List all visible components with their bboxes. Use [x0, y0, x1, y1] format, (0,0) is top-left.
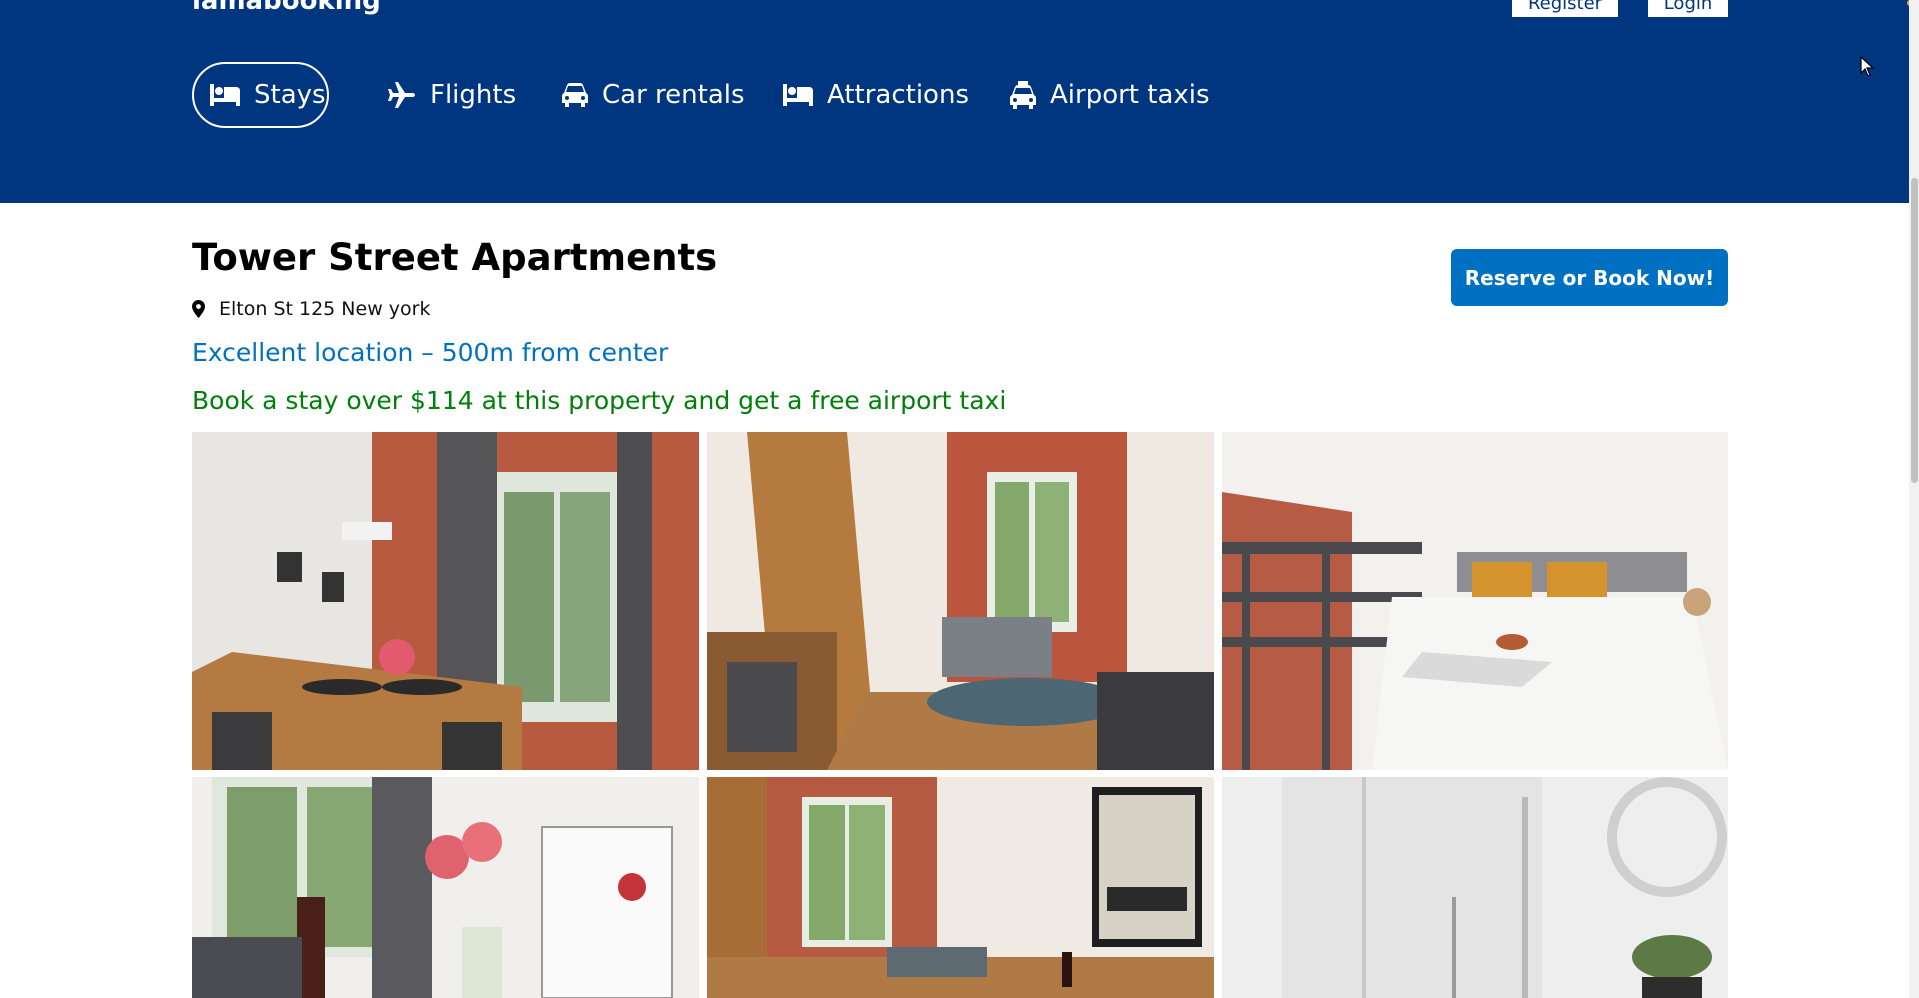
register-button[interactable]: Register: [1512, 0, 1618, 17]
reserve-button[interactable]: Reserve or Book Now!: [1451, 249, 1728, 306]
nav-item-airport-taxis[interactable]: Airport taxis: [1010, 62, 1210, 128]
location-note: Excellent location – 500m from center: [192, 338, 669, 367]
nav-label-flights: Flights: [430, 80, 517, 110]
hotel-photo-living-room[interactable]: [707, 432, 1214, 770]
header: lamabooking Register Login Stays Flights…: [0, 0, 1917, 203]
price-highlight: Book a stay over $114 at this property a…: [192, 386, 1007, 415]
hotel-photo-bathroom[interactable]: [1222, 777, 1728, 998]
scrollbar-track[interactable]: [1909, 0, 1919, 998]
hotel-photo-lounge[interactable]: [707, 777, 1214, 998]
bed-icon: [783, 84, 813, 106]
nav-label-airport-taxis: Airport taxis: [1050, 80, 1210, 110]
login-button[interactable]: Login: [1648, 0, 1728, 17]
scrollbar-thumb[interactable]: [1911, 178, 1918, 483]
logo[interactable]: lamabooking: [192, 0, 381, 16]
hotel-photo-flowers[interactable]: [192, 777, 699, 998]
mouse-cursor-icon: [1860, 56, 1875, 77]
hotel-title: Tower Street Apartments: [192, 236, 718, 279]
bed-icon: [210, 84, 240, 106]
hotel-photo-bedroom[interactable]: [1222, 432, 1728, 770]
nav-label-attractions: Attractions: [827, 80, 969, 110]
nav-label-stays: Stays: [254, 80, 326, 110]
hotel-address: Elton St 125 New york: [192, 296, 430, 322]
nav-item-stays[interactable]: Stays: [192, 62, 329, 128]
plane-icon: [388, 82, 416, 108]
taxi-icon: [1010, 81, 1036, 109]
nav-item-car-rentals[interactable]: Car rentals: [562, 62, 745, 128]
hotel-photo-dining[interactable]: [192, 432, 699, 770]
location-pin-icon: [192, 300, 205, 318]
car-icon: [562, 83, 588, 107]
nav-label-car-rentals: Car rentals: [602, 80, 745, 110]
nav-item-attractions[interactable]: Attractions: [783, 62, 969, 128]
nav-item-flights[interactable]: Flights: [388, 62, 516, 128]
address-text: Elton St 125 New york: [219, 298, 431, 320]
